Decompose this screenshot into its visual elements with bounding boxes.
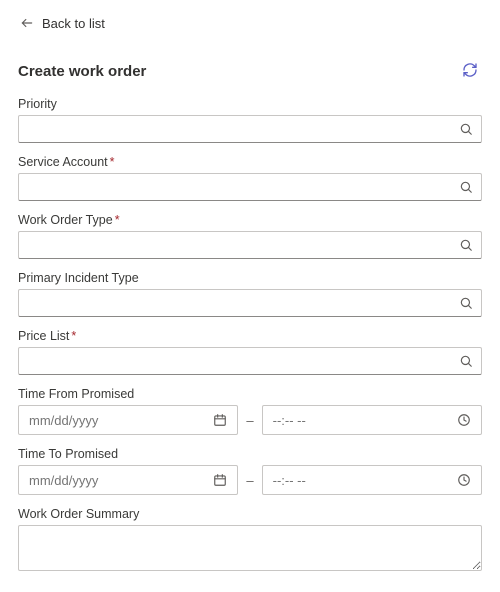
priority-lookup[interactable] bbox=[18, 115, 482, 143]
work-order-type-label: Work Order Type* bbox=[18, 213, 482, 227]
priority-label: Priority bbox=[18, 97, 482, 111]
refresh-icon bbox=[462, 62, 478, 81]
arrow-left-icon bbox=[18, 14, 36, 32]
time-from-label: Time From Promised bbox=[18, 387, 482, 401]
summary-label: Work Order Summary bbox=[18, 507, 482, 521]
time-to-time-input[interactable] bbox=[271, 472, 455, 489]
summary-textarea[interactable] bbox=[18, 525, 482, 571]
back-to-list-link[interactable]: Back to list bbox=[18, 10, 105, 36]
required-mark: * bbox=[115, 213, 120, 227]
required-mark: * bbox=[71, 329, 76, 343]
service-account-label: Service Account* bbox=[18, 155, 482, 169]
price-list-input[interactable] bbox=[25, 349, 457, 373]
service-account-lookup[interactable] bbox=[18, 173, 482, 201]
price-list-label: Price List* bbox=[18, 329, 482, 343]
required-mark: * bbox=[110, 155, 115, 169]
calendar-icon[interactable] bbox=[211, 411, 229, 429]
time-to-date[interactable] bbox=[18, 465, 238, 495]
time-to-time[interactable] bbox=[262, 465, 482, 495]
time-from-date[interactable] bbox=[18, 405, 238, 435]
clock-icon[interactable] bbox=[455, 471, 473, 489]
range-separator: – bbox=[246, 473, 253, 488]
time-to-label: Time To Promised bbox=[18, 447, 482, 461]
service-account-input[interactable] bbox=[25, 175, 457, 199]
work-order-type-input[interactable] bbox=[25, 233, 457, 257]
time-to-date-input[interactable] bbox=[27, 472, 211, 489]
incident-type-input[interactable] bbox=[25, 291, 457, 315]
back-to-list-label: Back to list bbox=[42, 16, 105, 31]
calendar-icon[interactable] bbox=[211, 471, 229, 489]
search-icon[interactable] bbox=[457, 352, 475, 370]
incident-type-label: Primary Incident Type bbox=[18, 271, 482, 285]
range-separator: – bbox=[246, 413, 253, 428]
search-icon[interactable] bbox=[457, 120, 475, 138]
clock-icon[interactable] bbox=[455, 411, 473, 429]
page-title: Create work order bbox=[18, 63, 146, 80]
time-from-date-input[interactable] bbox=[27, 412, 211, 429]
price-list-lookup[interactable] bbox=[18, 347, 482, 375]
search-icon[interactable] bbox=[457, 294, 475, 312]
search-icon[interactable] bbox=[457, 236, 475, 254]
priority-input[interactable] bbox=[25, 117, 457, 141]
work-order-type-lookup[interactable] bbox=[18, 231, 482, 259]
incident-type-lookup[interactable] bbox=[18, 289, 482, 317]
refresh-button[interactable] bbox=[458, 58, 482, 85]
time-from-time-input[interactable] bbox=[271, 412, 455, 429]
search-icon[interactable] bbox=[457, 178, 475, 196]
time-from-time[interactable] bbox=[262, 405, 482, 435]
